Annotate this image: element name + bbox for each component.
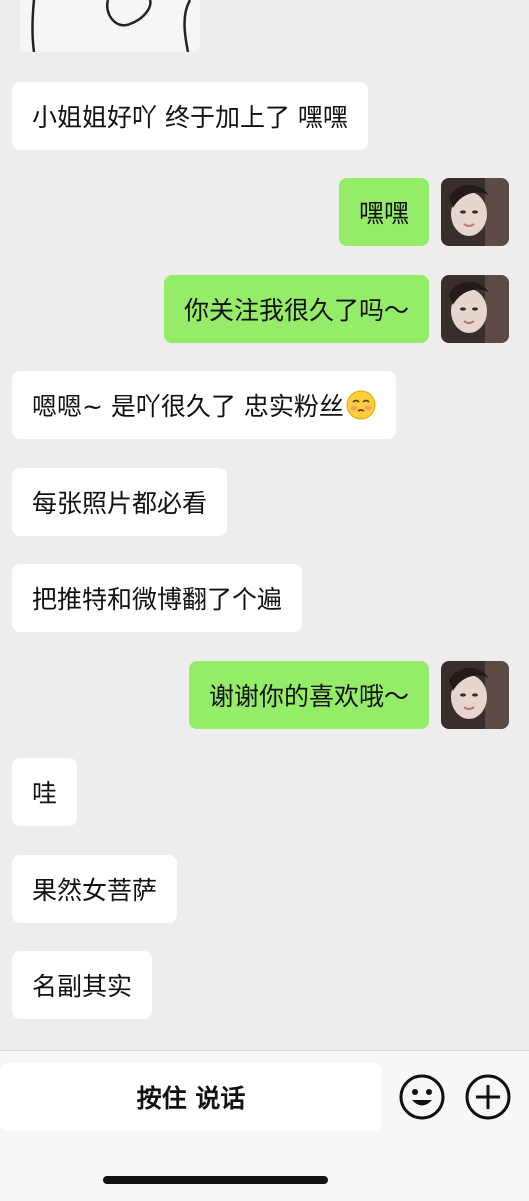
message-text: 小姐姐好吖 终于加上了 嘿嘿	[32, 103, 348, 132]
message-row: 把推特和微博翻了个遍	[12, 564, 303, 632]
message-row: 嗯嗯~ 是吖很久了 忠实粉丝	[12, 371, 396, 439]
outgoing-message-bubble[interactable]: 你关注我很久了吗～	[163, 275, 429, 343]
message-row: 你关注我很久了吗～	[163, 275, 509, 343]
incoming-message-bubble[interactable]: 哇	[12, 758, 78, 826]
avatar[interactable]	[441, 275, 509, 343]
message-text: 你关注我很久了吗～	[183, 296, 409, 325]
incoming-message-bubble[interactable]: 每张照片都必看	[12, 468, 228, 536]
chat-area: 小姐姐好吖 终于加上了 嘿嘿 嘿嘿 你关注我很久了吗～ 嗯嗯~ 是吖很久了 忠实…	[0, 0, 529, 1050]
incoming-message-bubble[interactable]: 名副其实	[12, 951, 153, 1019]
hold-to-talk-button[interactable]: 按住 说话	[0, 1063, 382, 1131]
avatar[interactable]	[441, 661, 509, 729]
message-text: 嗯嗯~ 是吖很久了 忠实粉丝	[32, 392, 344, 421]
message-row: 每张照片都必看	[12, 468, 228, 536]
message-text: 哇	[32, 779, 58, 808]
message-text: 名副其实	[32, 972, 133, 1001]
message-row: 嘿嘿	[338, 178, 509, 246]
hold-to-talk-label: 按住 说话	[136, 1084, 246, 1113]
avatar[interactable]	[441, 178, 509, 246]
smiley-face-icon[interactable]	[398, 1073, 446, 1121]
message-text: 嘿嘿	[358, 199, 409, 228]
message-text: 每张照片都必看	[32, 489, 208, 518]
outgoing-message-bubble[interactable]: 嘿嘿	[338, 178, 429, 246]
outgoing-message-bubble[interactable]: 谢谢你的喜欢哦～	[188, 661, 429, 729]
plus-circle-icon[interactable]	[464, 1073, 512, 1121]
message-row: 名副其实	[12, 951, 153, 1019]
incoming-message-bubble[interactable]: 把推特和微博翻了个遍	[12, 564, 303, 632]
message-row: 哇	[12, 758, 78, 826]
incoming-message-bubble[interactable]: 小姐姐好吖 终于加上了 嘿嘿	[12, 82, 368, 150]
incoming-message-bubble[interactable]: 嗯嗯~ 是吖很久了 忠实粉丝	[12, 371, 396, 439]
shared-image-partial[interactable]	[20, 0, 200, 52]
home-indicator[interactable]	[103, 1176, 328, 1184]
message-row: 小姐姐好吖 终于加上了 嘿嘿	[12, 82, 368, 150]
message-row: 谢谢你的喜欢哦～	[188, 661, 509, 729]
shy-face-emoji-icon	[346, 390, 376, 420]
message-row: 果然女菩萨	[12, 855, 178, 923]
message-text: 果然女菩萨	[32, 876, 158, 905]
message-text: 把推特和微博翻了个遍	[32, 585, 283, 614]
message-text: 谢谢你的喜欢哦～	[208, 682, 409, 711]
incoming-message-bubble[interactable]: 果然女菩萨	[12, 855, 178, 923]
